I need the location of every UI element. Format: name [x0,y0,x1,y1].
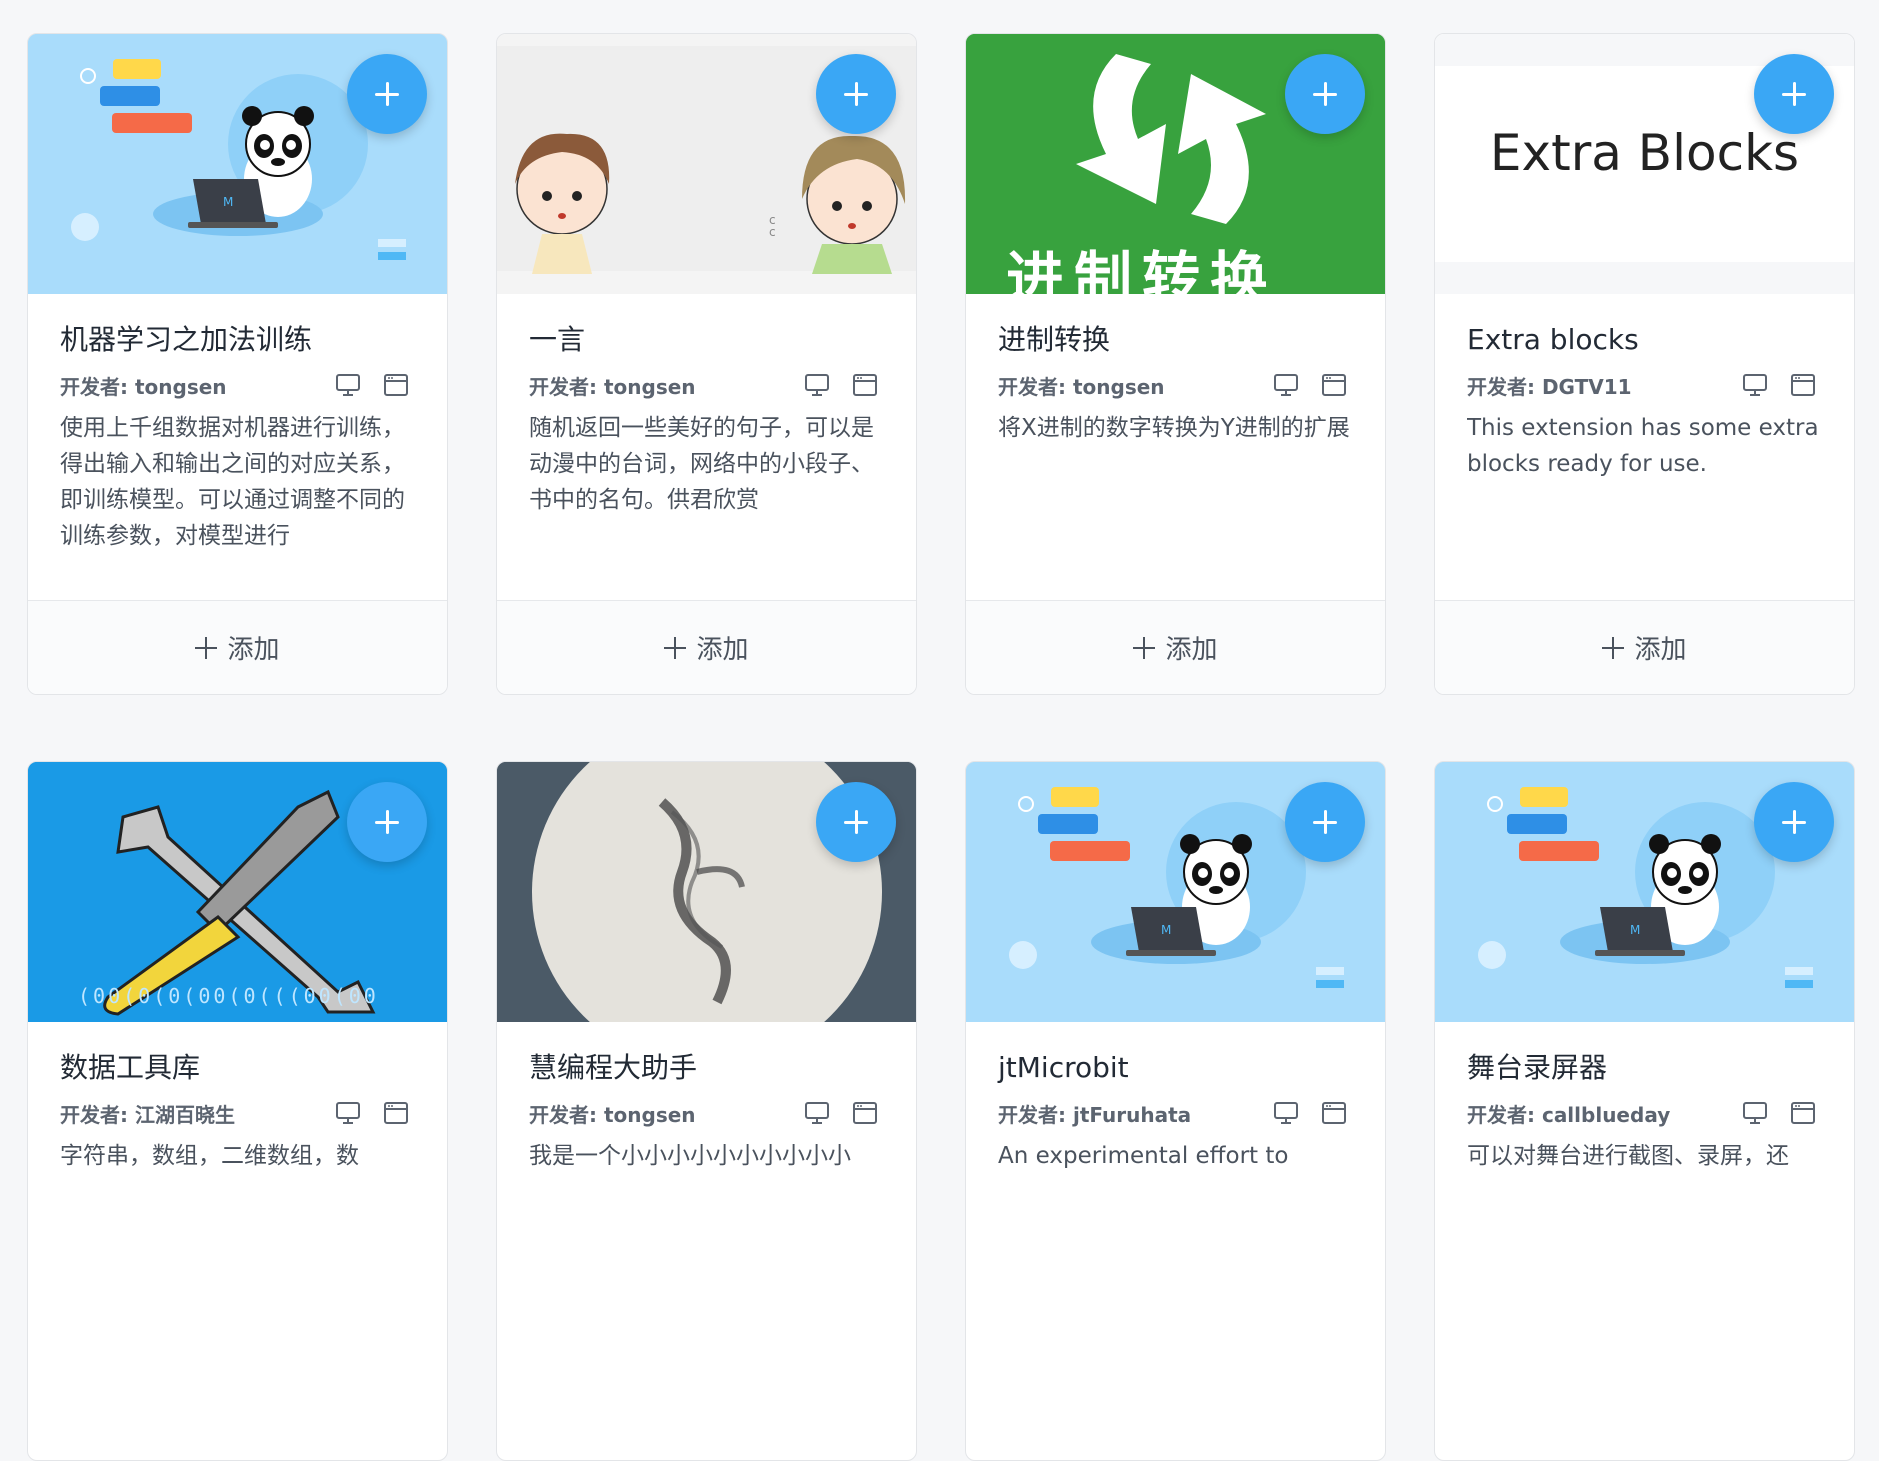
desktop-icon [1274,374,1298,396]
desktop-icon [1743,374,1767,396]
extension-description: This extension has some extra blocks rea… [1467,415,1819,477]
extension-description: An experimental effort to [998,1143,1289,1169]
browser-window-icon [853,1102,877,1124]
add-extension-button[interactable]: 添加 [497,600,916,694]
extension-title: 进制转换 [998,323,1111,356]
plus-icon [1313,82,1337,106]
svg-text:M: M [1630,923,1640,937]
extension-description: 使用上千组数据对机器进行训练，得出输入和输出之间的对应关系，即训练模型。可以通过… [60,415,405,549]
thumbnail-band [1435,262,1854,294]
extension-title: 机器学习之加法训练 [60,323,313,356]
plus-icon [1602,636,1625,659]
svg-text:M: M [223,195,233,209]
plus-icon [1782,810,1806,834]
extension-card: M 机器学习之加法训练 开发者: tongsen 使用上千组数据对机器进行训练，… [27,33,448,695]
extension-card: (00(0(0(00(0(((00(00 数据工具库 开发者: 江湖百晓生 字符… [27,761,448,1461]
extension-card: c c 一言 开发者: tongsen 随机返回一些美好的句子，可以是动漫中的台… [496,33,917,695]
extension-card: M jtMicrobit 开发者: jtFuruhata An experime… [965,761,1386,1461]
extension-title: 舞台录屏器 [1467,1051,1608,1084]
plus-icon [844,810,868,834]
extension-card: 慧编程大助手 开发者: tongsen 我是一个小小小小小小小小小小 [496,761,917,1461]
add-extension-fab[interactable] [1754,782,1834,862]
thumbnail-caption: 进制转换 [1006,245,1279,294]
svg-text:c: c [769,225,776,239]
extension-title: 数据工具库 [60,1051,201,1084]
extension-description: 随机返回一些美好的句子，可以是动漫中的台词，网络中的小段子、书中的名句。供君欣赏 [529,415,874,513]
add-extension-button[interactable]: 添加 [28,600,447,694]
add-label: 添加 [1634,635,1687,665]
developer-label: 开发者: tongsen [60,374,227,399]
add-extension-button[interactable]: 添加 [1435,600,1854,694]
add-extension-button[interactable]: 添加 [966,600,1385,694]
add-label: 添加 [1165,635,1218,665]
add-label: 添加 [696,635,749,665]
developer-label: 开发者: 江湖百晓生 [60,1102,235,1127]
browser-window-icon [1322,374,1346,396]
plus-icon [375,810,399,834]
desktop-icon [336,1102,360,1124]
svg-text:M: M [1161,923,1171,937]
add-extension-fab[interactable] [1285,782,1365,862]
extension-description: 将X进制的数字转换为Y进制的扩展 [998,415,1350,441]
plus-icon [1313,810,1337,834]
browser-window-icon [1791,1102,1815,1124]
browser-window-icon [384,1102,408,1124]
developer-label: 开发者: tongsen [998,374,1165,399]
browser-window-icon [1322,1102,1346,1124]
developer-label: 开发者: DGTV11 [1467,374,1632,399]
developer-label: 开发者: callblueday [1467,1102,1671,1127]
thumbnail-caption: (00(0(0(00(0(((00(00 [78,984,379,1008]
extension-grid: M 机器学习之加法训练 开发者: tongsen 使用上千组数据对机器进行训练，… [27,33,1855,1461]
plus-icon [664,636,687,659]
add-extension-fab[interactable] [816,54,896,134]
desktop-icon [336,374,360,396]
plus-icon [1782,82,1806,106]
extension-description: 字符串，数组，二维数组，数 [60,1143,359,1169]
extension-title: 一言 [529,323,586,356]
extension-title: 慧编程大助手 [529,1051,698,1084]
extension-card: M 舞台录屏器 开发者: callblueday 可以对舞台进行截图、录屏，还 [1434,761,1855,1461]
plus-icon [1133,636,1156,659]
add-extension-fab[interactable] [816,782,896,862]
browser-window-icon [384,374,408,396]
developer-label: 开发者: jtFuruhata [998,1102,1192,1127]
desktop-icon [805,1102,829,1124]
extension-card: 进制转换 进制转换 开发者: tongsen 将X进制的数字转换为Y进制的扩展 … [965,33,1386,695]
add-extension-fab[interactable] [1754,54,1834,134]
browser-window-icon [853,374,877,396]
add-extension-fab[interactable] [347,782,427,862]
desktop-icon [805,374,829,396]
developer-label: 开发者: tongsen [529,374,696,399]
desktop-icon [1743,1102,1767,1124]
extension-card: Extra Blocks Extra blocks 开发者: DGTV11 Th… [1434,33,1855,695]
add-label: 添加 [227,635,280,665]
extension-title: jtMicrobit [998,1051,1129,1084]
desktop-icon [1274,1102,1298,1124]
developer-label: 开发者: tongsen [529,1102,696,1127]
plus-icon [844,82,868,106]
browser-window-icon [1791,374,1815,396]
add-extension-fab[interactable] [347,54,427,134]
extension-title: Extra blocks [1467,323,1639,356]
extension-description: 我是一个小小小小小小小小小小 [529,1143,851,1169]
plus-icon [195,636,218,659]
extension-description: 可以对舞台进行截图、录屏，还 [1467,1143,1789,1169]
plus-icon [375,82,399,106]
add-extension-fab[interactable] [1285,54,1365,134]
